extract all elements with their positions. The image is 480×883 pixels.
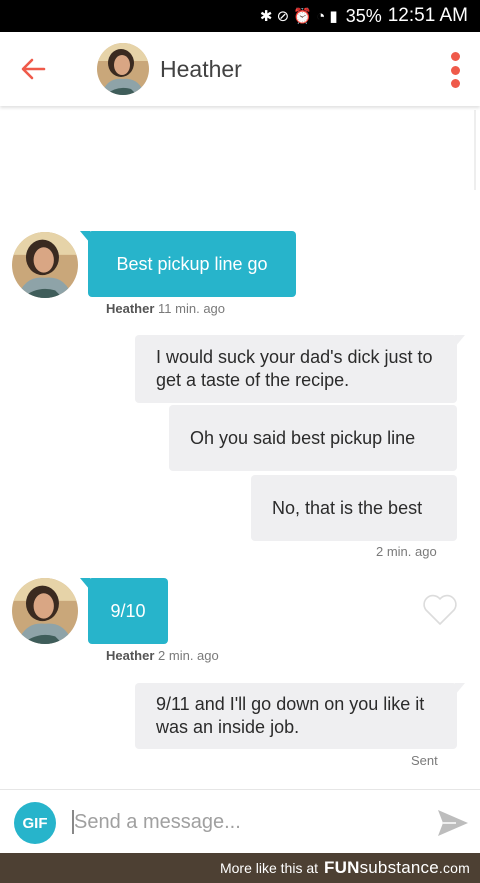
send-icon[interactable] bbox=[436, 808, 470, 838]
status-icons: ✱ ⊘ ⏰ ◔ ▮ bbox=[259, 8, 338, 25]
outgoing-message[interactable]: I would suck your dad's dick just to get… bbox=[135, 335, 465, 403]
gif-button[interactable]: GIF bbox=[14, 802, 56, 844]
contact-avatar[interactable] bbox=[97, 43, 149, 95]
message-meta: Heather 2 min. ago bbox=[106, 648, 219, 663]
contact-name[interactable]: Heather bbox=[160, 56, 242, 83]
sender-avatar[interactable] bbox=[12, 232, 78, 298]
incoming-message[interactable]: Best pickup line go bbox=[80, 231, 296, 297]
watermark-brand: FUNsubstance.com bbox=[324, 858, 470, 878]
meta-sender: Heather bbox=[106, 648, 155, 663]
meta-sender: Heather bbox=[106, 301, 155, 316]
more-options-icon[interactable] bbox=[448, 52, 462, 88]
message-text: Best pickup line go bbox=[116, 253, 268, 274]
message-text: Oh you said best pickup line bbox=[190, 428, 416, 448]
brand-fun: FUN bbox=[324, 858, 360, 877]
meta-time: 2 min. ago bbox=[158, 648, 219, 663]
incoming-message[interactable]: 9/10 bbox=[80, 578, 168, 644]
message-meta: Heather 11 min. ago bbox=[106, 301, 225, 316]
meta-time: 11 min. ago bbox=[158, 301, 226, 316]
brand-tld: .com bbox=[438, 860, 470, 876]
back-arrow-icon[interactable] bbox=[18, 54, 48, 84]
chat-header: Heather bbox=[0, 32, 480, 106]
status-bar: ✱ ⊘ ⏰ ◔ ▮ 35% 12:51 AM bbox=[0, 0, 480, 32]
like-heart-icon[interactable] bbox=[422, 594, 458, 626]
message-text: 9/10 bbox=[110, 600, 146, 621]
text-cursor bbox=[72, 810, 74, 834]
watermark-banner: More like this at FUNsubstance.com bbox=[0, 853, 480, 883]
message-composer: GIF bbox=[0, 789, 480, 853]
message-status: Sent bbox=[411, 753, 438, 768]
watermark-text: More like this at bbox=[219, 860, 319, 876]
message-text: 9/11 and I'll go down on you like it was… bbox=[156, 694, 425, 737]
message-time: 2 min. ago bbox=[376, 544, 437, 559]
battery-level: 35% bbox=[345, 5, 382, 26]
outgoing-message[interactable]: 9/11 and I'll go down on you like it was… bbox=[135, 683, 465, 749]
message-text: I would suck your dad's dick just to get… bbox=[156, 347, 433, 390]
outgoing-message[interactable]: No, that is the best bbox=[251, 475, 457, 541]
brand-rest: substance bbox=[359, 858, 439, 877]
sender-avatar[interactable] bbox=[12, 578, 78, 644]
message-input[interactable] bbox=[70, 806, 410, 838]
message-text: No, that is the best bbox=[272, 498, 423, 518]
outgoing-message[interactable]: Oh you said best pickup line bbox=[169, 405, 457, 471]
clock: 12:51 AM bbox=[387, 5, 468, 26]
scrollbar bbox=[474, 110, 476, 190]
